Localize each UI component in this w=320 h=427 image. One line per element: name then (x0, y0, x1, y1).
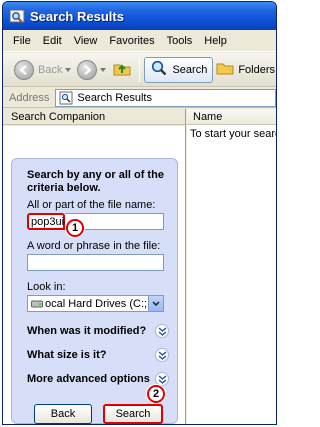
results-pane: Name To start your search, (187, 109, 276, 424)
search-companion-header: Search Companion (3, 109, 185, 125)
search-button[interactable]: Search (103, 404, 163, 424)
name-column-header[interactable]: Name (187, 109, 276, 125)
back-arrow-icon (14, 59, 34, 80)
search-companion-body: Search by any or all of the criteria bel… (3, 126, 185, 424)
menu-bar: File Edit View Favorites Tools Help (3, 30, 276, 52)
chevron-down-icon[interactable] (148, 296, 163, 311)
folders-toolbar-label: Folders (238, 63, 276, 76)
search-window-icon (9, 8, 25, 24)
title-bar: Search Results (3, 2, 276, 30)
window-title: Search Results (30, 8, 124, 24)
menu-tools[interactable]: Tools (161, 35, 199, 47)
lookin-select[interactable]: ocal Hard Drives (C:;D:) (27, 295, 164, 312)
address-label: Address (9, 91, 50, 104)
search-criteria-panel: Search by any or all of the criteria bel… (11, 158, 178, 424)
lookin-label: Look in: (27, 281, 66, 293)
step-marker-1: 1 (66, 219, 84, 237)
address-field[interactable]: Search Results (55, 88, 276, 107)
double-chevron-down-icon[interactable] (155, 324, 169, 338)
menu-file[interactable]: File (7, 35, 37, 47)
lookin-value: ocal Hard Drives (C:;D:) (45, 297, 148, 310)
folders-toolbar-button[interactable]: Folders (213, 57, 276, 83)
back-panel-button[interactable]: Back (34, 404, 92, 424)
back-label: Back (38, 63, 63, 76)
search-companion-pane: Search Companion Search by any or all of… (3, 109, 186, 424)
address-bar: Address Search Results (3, 88, 276, 108)
menu-edit[interactable]: Edit (37, 35, 68, 47)
phrase-input[interactable] (27, 254, 164, 271)
phrase-label: A word or phrase in the file: (27, 240, 161, 252)
search-results-page-icon (59, 91, 73, 105)
double-chevron-down-icon[interactable] (155, 348, 169, 362)
menu-help[interactable]: Help (198, 35, 233, 47)
folders-icon (216, 59, 234, 80)
expander-size-label: What size is it? (27, 349, 107, 361)
hard-drive-icon (31, 299, 43, 309)
search-icon (150, 59, 168, 80)
expander-size[interactable]: What size is it? (27, 348, 169, 362)
address-value: Search Results (77, 91, 152, 104)
up-folder-icon (112, 58, 132, 81)
forward-arrow-icon (77, 59, 98, 80)
double-chevron-down-icon[interactable] (155, 372, 169, 386)
expander-modified-label: When was it modified? (27, 325, 147, 337)
search-criteria-title: Search by any or all of the criteria bel… (27, 169, 164, 194)
search-toolbar-label: Search (172, 63, 208, 76)
forward-dropdown-icon[interactable] (100, 67, 107, 72)
back-dropdown-icon[interactable] (65, 67, 72, 72)
search-toolbar-button[interactable]: Search (144, 56, 214, 83)
up-folder-button[interactable] (109, 57, 135, 83)
expander-advanced[interactable]: More advanced options (27, 372, 169, 386)
toolbar-separator (139, 57, 141, 82)
expander-modified[interactable]: When was it modified? (27, 324, 169, 338)
expander-advanced-label: More advanced options (27, 373, 150, 385)
toolbar: Back Search Folders (3, 53, 276, 87)
back-button[interactable]: Back (11, 57, 74, 83)
results-message: To start your search, (190, 128, 276, 140)
search-results-window: Search Results File Edit View Favorites … (2, 1, 277, 425)
forward-button[interactable] (74, 57, 109, 83)
step-marker-2: 2 (147, 385, 165, 403)
menu-view[interactable]: View (68, 35, 104, 47)
filename-label: All or part of the file name: (27, 199, 156, 211)
menu-favorites[interactable]: Favorites (103, 35, 160, 47)
